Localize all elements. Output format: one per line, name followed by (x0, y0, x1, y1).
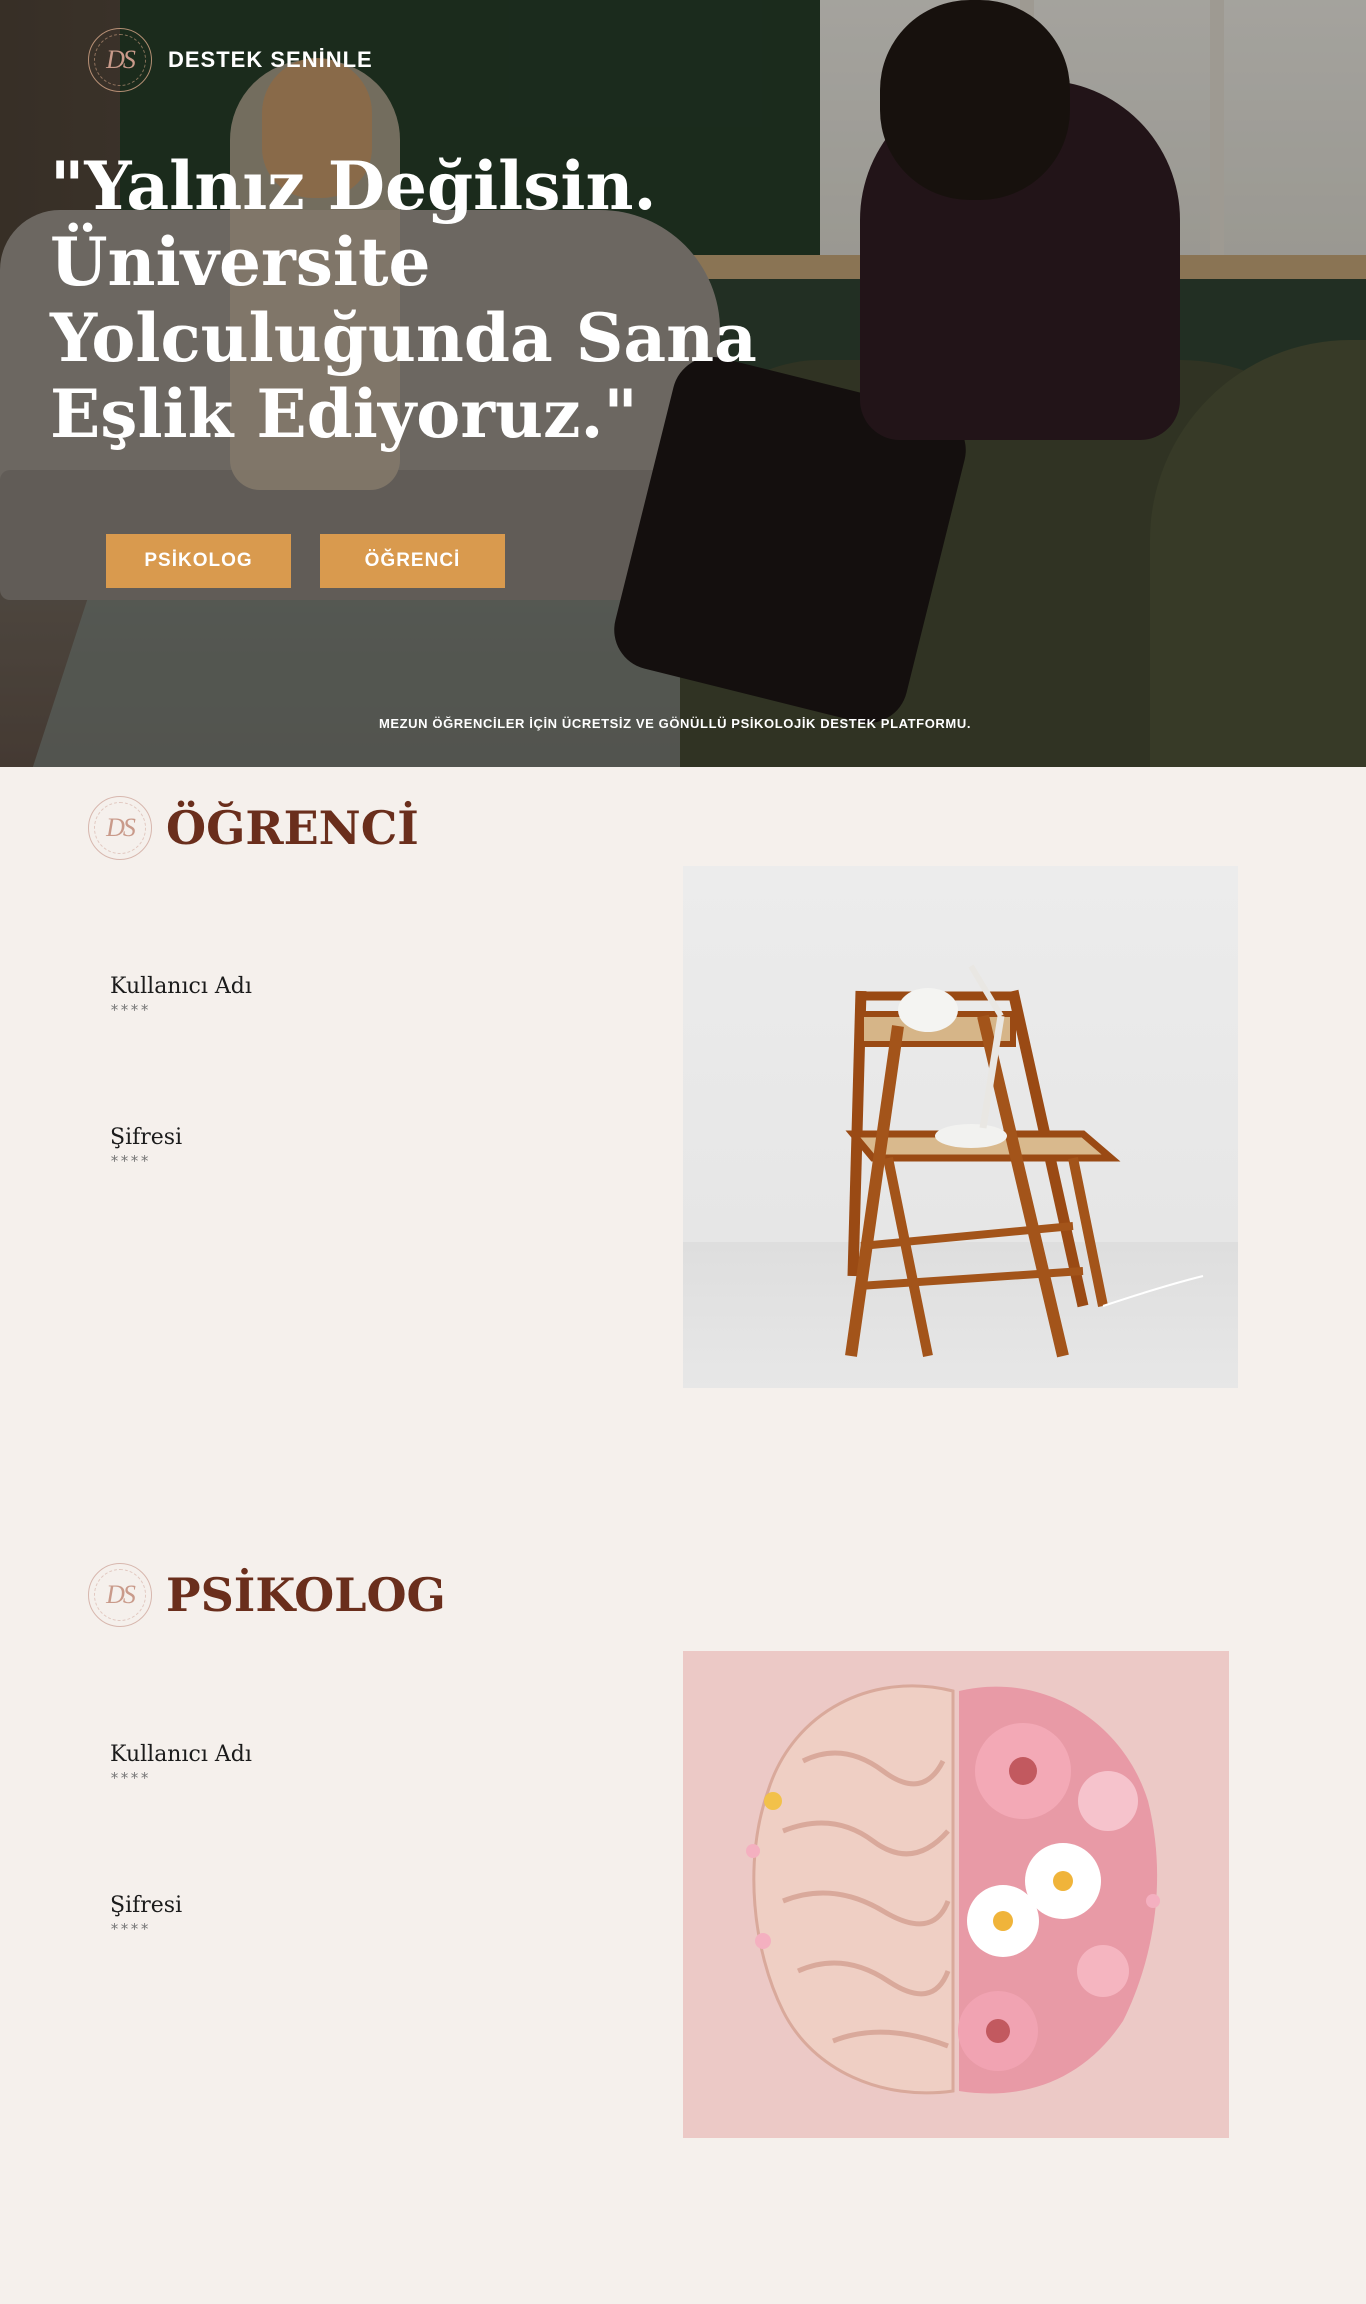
psychologist-username-label: Kullanıcı Adı (110, 1742, 252, 1767)
student-username-input[interactable] (110, 1001, 410, 1019)
psychologist-password-label: Şifresi (110, 1893, 183, 1918)
chair-lamp-image (683, 866, 1238, 1388)
floral-brain-illustration (746, 1684, 1160, 2095)
hero-section: DS DESTEK SENİNLE "Yalnız Değilsin. Üniv… (0, 0, 1366, 767)
psychologist-password-input[interactable] (110, 1920, 410, 1938)
student-username-field: Kullanıcı Adı (110, 974, 410, 1019)
brand-name: DESTEK SENİNLE (168, 47, 373, 72)
psychologist-section-header: DS PSİKOLOG (88, 1563, 446, 1627)
chair-lamp-illustration (845, 964, 1204, 1358)
brand-logo-text: DS (106, 45, 136, 74)
hero-title: "Yalnız Değilsin. Üniversite Yolculuğund… (50, 147, 757, 453)
floral-brain-image (683, 1651, 1229, 2138)
student-password-label: Şifresi (110, 1125, 183, 1150)
ogrenci-button[interactable]: ÖĞRENCİ (320, 534, 505, 588)
psychologist-section-logo: DS (88, 1563, 152, 1627)
psychologist-password-field: Şifresi (110, 1893, 410, 1938)
brand[interactable]: DS DESTEK SENİNLE (88, 28, 373, 92)
psychologist-username-input[interactable] (110, 1769, 410, 1787)
student-section-title: ÖĞRENCİ (166, 801, 419, 855)
psychologist-section-title: PSİKOLOG (166, 1568, 446, 1622)
psychologist-username-field: Kullanıcı Adı (110, 1742, 410, 1787)
student-section-header: DS ÖĞRENCİ (88, 796, 419, 860)
brand-logo: DS (88, 28, 152, 92)
student-password-field: Şifresi (110, 1125, 410, 1170)
hero-tagline: MEZUN ÖĞRENCİLER İÇİN ÜCRETSİZ VE GÖNÜLL… (378, 716, 972, 731)
psychologist-section-logo-text: DS (106, 1580, 136, 1609)
student-password-input[interactable] (110, 1152, 410, 1170)
student-section-logo: DS (88, 796, 152, 860)
psikolog-button[interactable]: PSİKOLOG (106, 534, 291, 588)
student-username-label: Kullanıcı Adı (110, 974, 252, 999)
student-section-logo-text: DS (106, 813, 136, 842)
